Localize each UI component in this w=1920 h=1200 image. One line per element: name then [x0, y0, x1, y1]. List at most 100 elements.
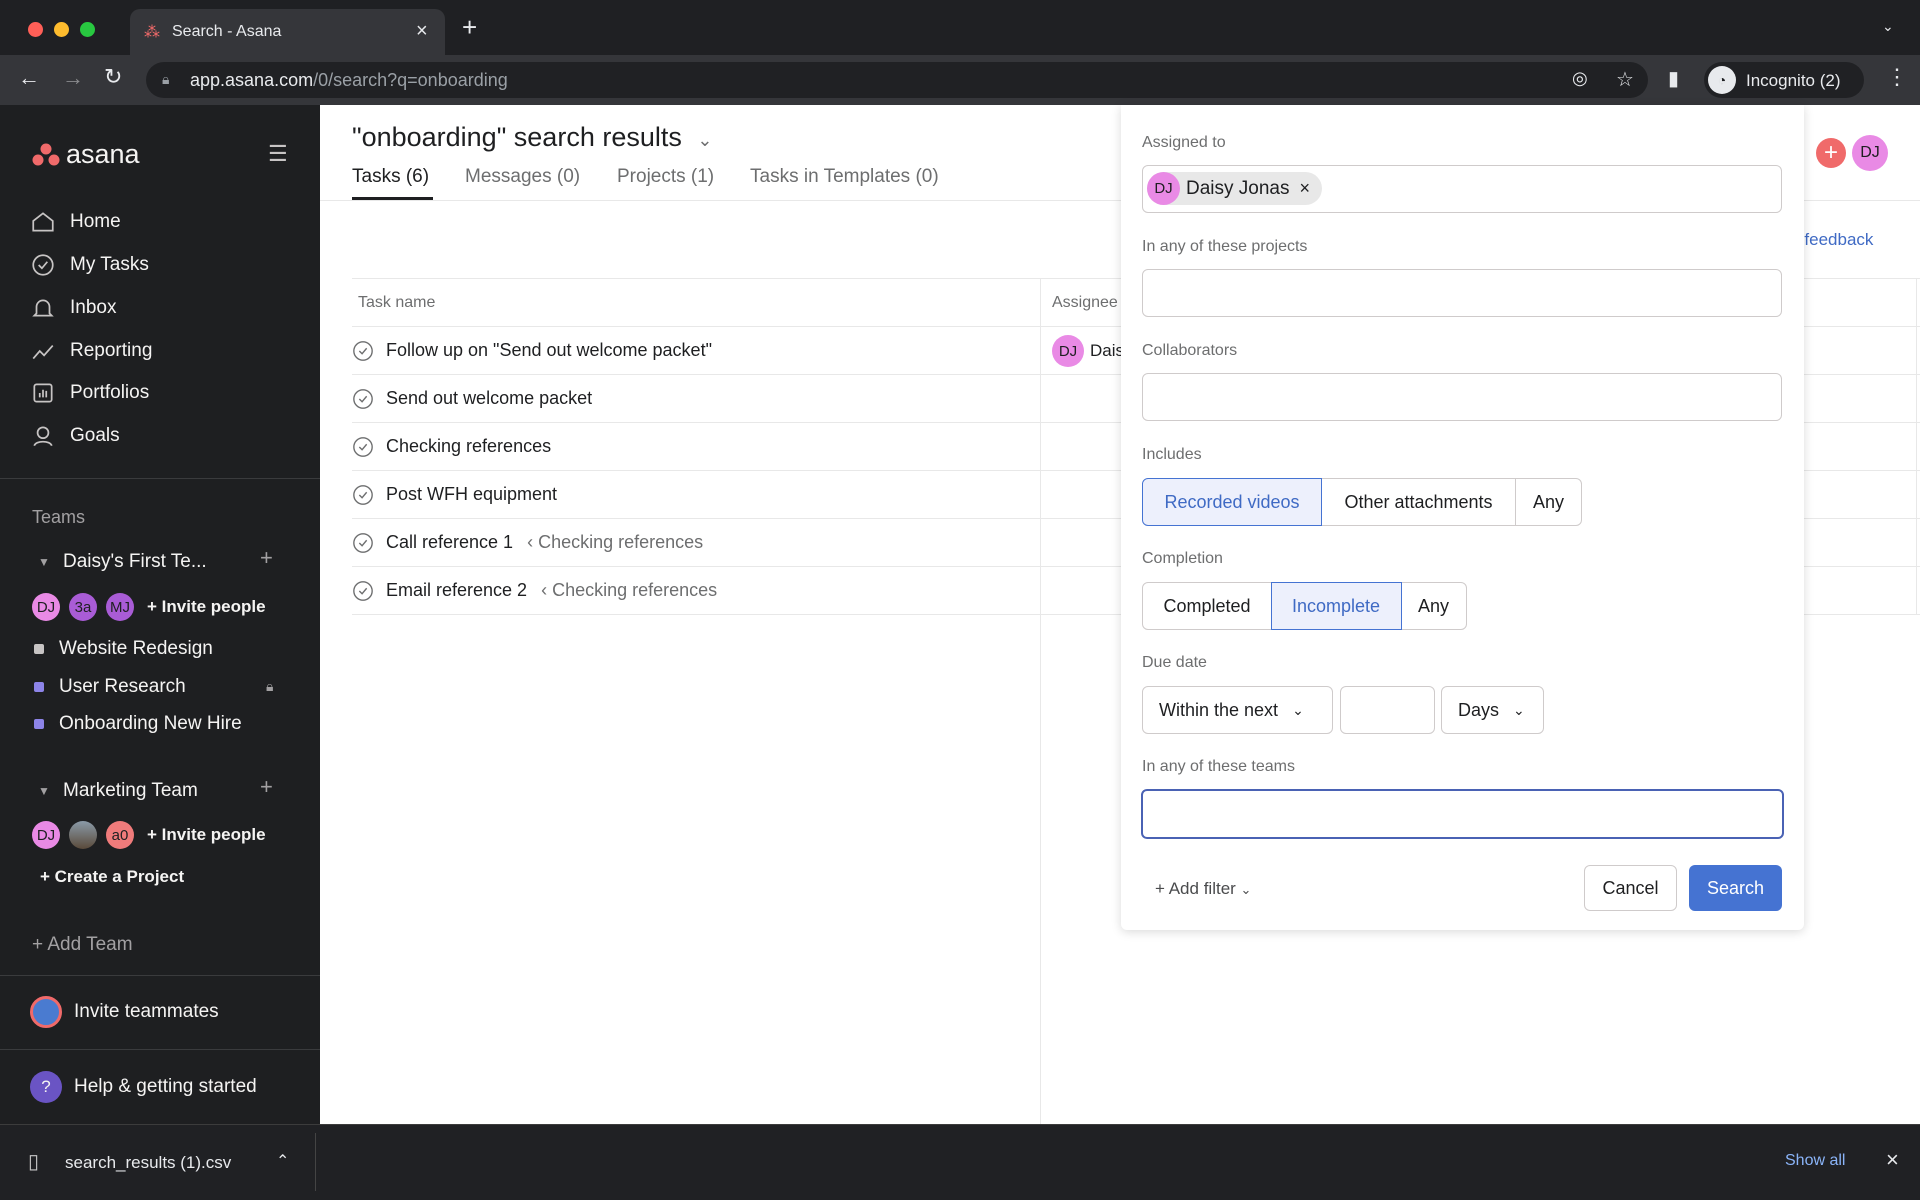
collapse-team-icon[interactable]: ▼	[38, 784, 50, 798]
help-button[interactable]: ? Help & getting started	[30, 1071, 257, 1103]
invite-teammates-label: Invite teammates	[74, 1001, 219, 1022]
bell-icon	[32, 299, 54, 317]
divider	[315, 1133, 316, 1191]
browser-tab[interactable]: ⁂ Search - Asana ×	[130, 9, 445, 55]
project-website-redesign[interactable]: Website Redesign	[34, 638, 213, 660]
teams-field[interactable]	[1141, 789, 1784, 839]
nav-inbox[interactable]: Inbox	[30, 290, 116, 326]
lock-icon: 🔒︎	[266, 678, 274, 694]
tab-messages[interactable]: Messages (0)	[465, 166, 580, 188]
minimize-window-button[interactable]	[54, 22, 69, 37]
nav-goals[interactable]: Goals	[30, 418, 120, 454]
profile-button[interactable]: ◔ Incognito (2)	[1704, 62, 1864, 98]
tab-search-chevron-icon[interactable]: ⌄	[1882, 18, 1894, 35]
collaborators-field[interactable]	[1142, 373, 1782, 421]
show-all-button[interactable]: Show all	[1785, 1152, 1845, 1170]
side-panel-icon[interactable]: ▮	[1668, 66, 1679, 91]
maximize-window-button[interactable]	[80, 22, 95, 37]
download-item[interactable]: search_results (1).csv	[65, 1153, 231, 1173]
cancel-button[interactable]: Cancel	[1584, 865, 1677, 911]
projects-label: In any of these projects	[1142, 238, 1308, 255]
task-name: Call reference 1	[386, 532, 514, 552]
tab-tasks[interactable]: Tasks (6)	[352, 166, 429, 188]
includes-segmented-control: Recorded videos Other attachments Any	[1142, 478, 1582, 526]
completion-completed[interactable]: Completed	[1142, 582, 1272, 630]
invite-people-button[interactable]: + Invite people	[147, 597, 266, 617]
parent-task-link[interactable]: ‹ Checking references	[541, 580, 717, 601]
chevron-up-icon[interactable]: ⌃	[276, 1151, 289, 1171]
invite-people-button[interactable]: + Invite people	[147, 825, 266, 845]
back-icon[interactable]: ←	[18, 65, 40, 91]
parent-task-link[interactable]: ‹ Checking references	[527, 532, 703, 553]
close-window-button[interactable]	[28, 22, 43, 37]
chevron-down-icon: ⌄	[1292, 701, 1304, 718]
forward-icon[interactable]: →	[62, 65, 84, 91]
quick-add-button[interactable]: +	[1816, 138, 1846, 168]
nav-portfolios[interactable]: Portfolios	[30, 375, 149, 411]
collapse-team-icon[interactable]: ▼	[38, 555, 50, 569]
chart-line-icon	[32, 345, 54, 360]
add-team-label: Add Team	[47, 934, 133, 955]
complete-task-icon[interactable]	[352, 340, 374, 362]
complete-task-icon[interactable]	[352, 532, 374, 554]
tab-projects[interactable]: Projects (1)	[617, 166, 714, 188]
tab-title: Search - Asana	[172, 23, 282, 40]
browser-tab-strip: ⁂ Search - Asana × + ⌄	[0, 0, 1920, 55]
tab-tasks-in-templates[interactable]: Tasks in Templates (0)	[750, 166, 939, 188]
project-user-research[interactable]: User Research	[34, 676, 186, 698]
star-icon[interactable]: ☆	[1616, 67, 1634, 92]
title-text: "onboarding" search results	[352, 122, 682, 152]
due-mode-value: Within the next	[1159, 699, 1279, 720]
avatar[interactable]: 3a	[69, 593, 97, 621]
nav-reporting[interactable]: Reporting	[30, 333, 152, 369]
column-assignee[interactable]: Assignee	[1052, 294, 1118, 312]
nav-home[interactable]: Home	[30, 204, 121, 240]
completion-any[interactable]: Any	[1400, 582, 1467, 630]
remove-chip-icon[interactable]: ×	[1300, 178, 1311, 199]
invite-teammates-button[interactable]: Invite teammates	[30, 996, 219, 1028]
close-tab-icon[interactable]: ×	[416, 20, 428, 43]
avatar-photo[interactable]	[69, 821, 97, 849]
team-name[interactable]: Marketing Team	[63, 780, 198, 802]
includes-any[interactable]: Any	[1515, 478, 1582, 526]
add-project-icon[interactable]: +	[260, 774, 273, 800]
reload-icon[interactable]: ↻	[104, 64, 122, 90]
complete-task-icon[interactable]	[352, 484, 374, 506]
includes-other-attachments[interactable]: Other attachments	[1320, 478, 1517, 526]
avatar[interactable]: DJ	[32, 821, 60, 849]
nav-my-tasks[interactable]: My Tasks	[30, 247, 149, 283]
project-onboarding-new-hire[interactable]: Onboarding New Hire	[34, 713, 242, 735]
add-filter-button[interactable]: + Add filter ⌄	[1155, 879, 1251, 899]
avatar[interactable]: MJ	[106, 593, 134, 621]
user-avatar[interactable]: DJ	[1852, 135, 1888, 171]
add-team-button[interactable]: + Add Team	[32, 934, 133, 956]
avatar[interactable]: a0	[106, 821, 134, 849]
avatar[interactable]: DJ	[32, 593, 60, 621]
asana-logo[interactable]: asana	[32, 139, 140, 170]
task-name: Post WFH equipment	[386, 484, 558, 504]
due-date-unit-select[interactable]: Days ⌄	[1441, 686, 1544, 734]
complete-task-icon[interactable]	[352, 436, 374, 458]
add-filter-label: Add filter	[1168, 879, 1236, 898]
search-button[interactable]: Search	[1689, 865, 1782, 911]
browser-menu-icon[interactable]: ⋮	[1886, 64, 1908, 90]
address-bar[interactable]: 🔒︎ app.asana.com/0/search?q=onboarding ◎…	[146, 62, 1648, 98]
projects-field[interactable]	[1142, 269, 1782, 317]
includes-recorded-videos[interactable]: Recorded videos	[1142, 478, 1322, 526]
due-date-mode-select[interactable]: Within the next ⌄	[1142, 686, 1333, 734]
new-tab-icon[interactable]: +	[462, 12, 477, 43]
collapse-sidebar-icon[interactable]: ☰	[268, 141, 288, 167]
team-name[interactable]: Daisy's First Te...	[63, 551, 207, 573]
bar-chart-icon	[33, 383, 53, 403]
column-task-name[interactable]: Task name	[358, 294, 435, 312]
close-download-bar-icon[interactable]: ×	[1886, 1147, 1899, 1173]
due-date-number-input[interactable]	[1340, 686, 1435, 734]
assigned-to-field[interactable]: DJ Daisy Jonas ×	[1142, 165, 1782, 213]
create-project-button[interactable]: + Create a Project	[40, 867, 184, 887]
complete-task-icon[interactable]	[352, 388, 374, 410]
complete-task-icon[interactable]	[352, 580, 374, 602]
completion-incomplete[interactable]: Incomplete	[1270, 582, 1402, 630]
add-project-icon[interactable]: +	[260, 545, 273, 571]
page-title[interactable]: "onboarding" search results ⌄	[352, 122, 712, 153]
eye-off-icon[interactable]: ◎	[1572, 68, 1588, 89]
